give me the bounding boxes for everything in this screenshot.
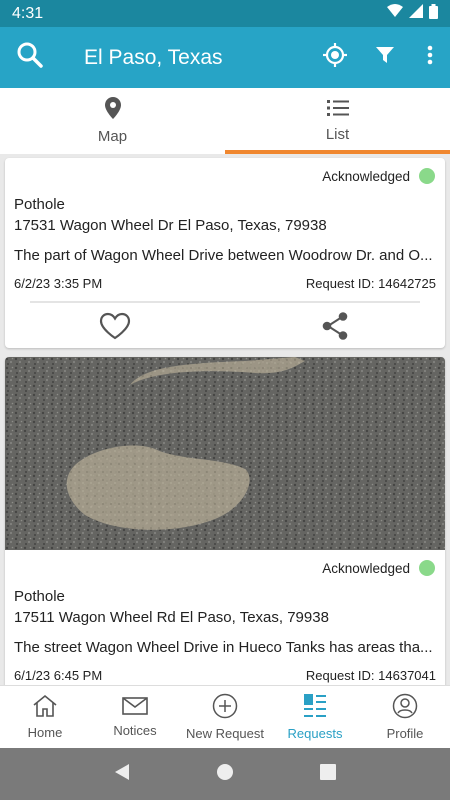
nav-profile-label: Profile [386, 726, 424, 741]
request-card[interactable]: Acknowledged Pothole 17531 Wagon Wheel D… [5, 158, 445, 348]
share-button[interactable] [225, 303, 445, 348]
bottom-nav: Home Notices New Request Requests Profil… [0, 685, 450, 748]
requests-icon [303, 693, 327, 722]
filter-icon [375, 45, 395, 70]
mail-icon [122, 696, 148, 719]
view-tabs: Map List [0, 88, 450, 154]
search-icon [17, 42, 43, 73]
request-date: 6/1/23 6:45 PM [14, 668, 103, 683]
nav-home[interactable]: Home [0, 686, 90, 748]
request-category: Pothole [14, 588, 65, 605]
more-options-button[interactable] [410, 27, 450, 88]
request-address: 17511 Wagon Wheel Rd El Paso, Texas, 799… [14, 609, 329, 626]
gps-locate-icon [322, 42, 348, 73]
search-button[interactable] [0, 27, 60, 88]
nav-new-request[interactable]: New Request [180, 686, 270, 748]
filter-button[interactable] [360, 27, 410, 88]
pothole-photo [5, 357, 445, 550]
more-vertical-icon [427, 45, 433, 70]
status-row: Acknowledged [5, 158, 445, 194]
nav-notices-label: Notices [113, 723, 157, 738]
plus-circle-icon [212, 693, 238, 722]
request-list[interactable]: Acknowledged Pothole 17531 Wagon Wheel D… [0, 154, 450, 685]
request-address: 17531 Wagon Wheel Dr El Paso, Texas, 799… [14, 217, 327, 234]
share-icon [320, 311, 350, 346]
request-category: Pothole [14, 196, 65, 213]
request-date: 6/2/23 3:35 PM [14, 276, 103, 291]
nav-requests-label: Requests [287, 726, 343, 741]
status-indicator [419, 168, 435, 184]
nav-profile[interactable]: Profile [360, 686, 450, 748]
meta-row: 6/2/23 3:35 PM Request ID: 14642725 [5, 275, 445, 293]
status-row: Acknowledged [5, 550, 445, 586]
back-button[interactable] [113, 763, 131, 786]
nav-home-label: Home [27, 725, 63, 740]
list-icon [326, 99, 349, 121]
request-description: The part of Wagon Wheel Drive between Wo… [14, 247, 433, 264]
home-icon [32, 694, 58, 721]
status-label: Acknowledged [322, 168, 410, 184]
tab-list-label: List [325, 126, 350, 143]
system-nav-bar [0, 748, 450, 800]
app-bar: El Paso, Texas [0, 27, 450, 88]
heart-icon [99, 312, 131, 345]
profile-icon [392, 693, 418, 722]
request-card[interactable]: Acknowledged Pothole 17511 Wagon Wheel R… [5, 357, 445, 685]
map-pin-icon [104, 97, 121, 123]
home-button[interactable] [216, 763, 234, 786]
status-indicator [419, 560, 435, 576]
tab-map[interactable]: Map [0, 88, 225, 154]
request-id: Request ID: 14642725 [305, 276, 436, 291]
nav-new-request-label: New Request [185, 726, 265, 741]
locate-button[interactable] [310, 27, 360, 88]
status-label: Acknowledged [322, 560, 410, 576]
tab-map-label: Map [97, 128, 128, 145]
request-id: Request ID: 14637041 [305, 668, 436, 683]
status-time: 4:31 [12, 4, 44, 22]
wifi-icon [387, 4, 403, 23]
battery-icon [429, 3, 438, 24]
nav-notices[interactable]: Notices [90, 686, 180, 748]
recents-button[interactable] [319, 763, 337, 786]
card-actions [5, 303, 445, 348]
like-button[interactable] [5, 303, 225, 348]
tab-list[interactable]: List [225, 88, 450, 154]
meta-row: 6/1/23 6:45 PM Request ID: 14637041 [5, 667, 445, 685]
page-title: El Paso, Texas [84, 45, 223, 69]
status-bar: 4:31 [0, 0, 450, 27]
nav-requests[interactable]: Requests [270, 686, 360, 748]
cellular-icon [409, 4, 423, 23]
request-description: The street Wagon Wheel Drive in Hueco Ta… [14, 639, 433, 656]
